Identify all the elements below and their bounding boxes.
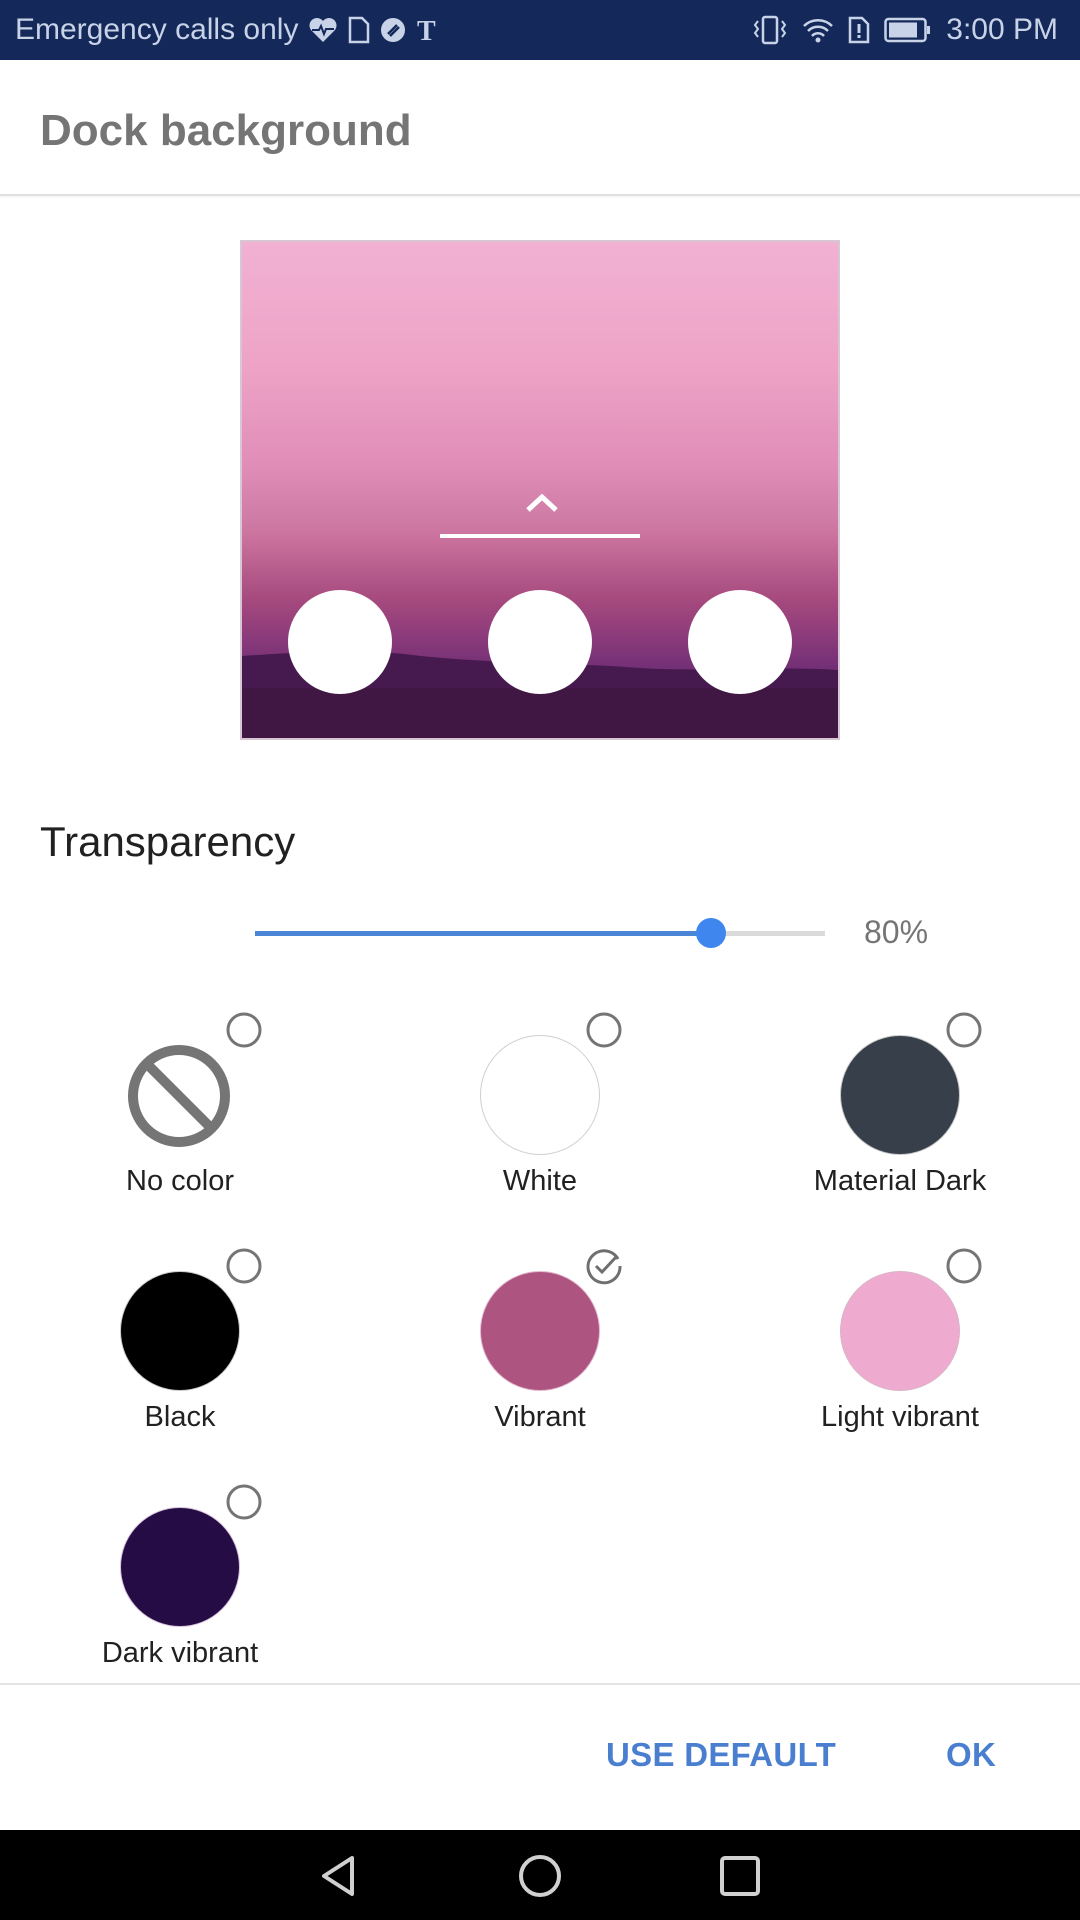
swatch-label: Material Dark — [813, 1165, 987, 1197]
use-default-button[interactable]: USE DEFAULT — [606, 1736, 836, 1774]
swatch-label: No color — [126, 1165, 234, 1197]
swatch-black[interactable]: Black — [30, 1231, 330, 1461]
transparency-value: 80% — [864, 914, 929, 950]
swatch-color-circle — [480, 1271, 600, 1391]
swatch-color-circle — [840, 1271, 960, 1391]
home-icon[interactable] — [516, 1852, 564, 1900]
dock-icon-placeholder — [288, 590, 392, 694]
swatch-label: Light vibrant — [821, 1401, 979, 1433]
no-color-icon — [128, 1045, 230, 1147]
navigation-bar — [0, 1830, 1080, 1920]
swatch-label: Dark vibrant — [101, 1637, 259, 1669]
transparency-slider[interactable] — [255, 918, 825, 948]
dock-divider-line — [440, 534, 640, 538]
swatch-dark-vibrant[interactable]: Dark vibrant — [30, 1467, 330, 1697]
app-drawer-chevron-icon — [526, 493, 558, 512]
swatch-no-color[interactable]: No color — [30, 995, 330, 1225]
vibrate-icon — [752, 15, 788, 45]
ok-button[interactable]: OK — [946, 1736, 996, 1774]
swatch-label: Vibrant — [494, 1401, 586, 1433]
slider-fill — [255, 931, 711, 936]
swatch-color-circle — [480, 1035, 600, 1155]
dialog-header: Dock background — [0, 60, 1080, 196]
transparency-label: Transparency — [40, 818, 296, 865]
swatch-white[interactable]: White — [390, 995, 690, 1225]
app-circle-icon — [380, 17, 406, 43]
radio-unchecked-icon[interactable] — [945, 1011, 983, 1049]
radio-unchecked-icon[interactable] — [585, 1011, 623, 1049]
status-bar-left: Emergency calls only T — [15, 0, 442, 60]
swatch-material-dark[interactable]: Material Dark — [750, 995, 1050, 1225]
document-icon — [348, 16, 370, 44]
recents-icon[interactable] — [716, 1852, 764, 1900]
sim-alert-icon — [848, 16, 870, 44]
radio-unchecked-icon[interactable] — [945, 1247, 983, 1285]
swatch-vibrant[interactable]: Vibrant — [390, 1231, 690, 1461]
slider-thumb[interactable] — [696, 918, 726, 948]
radio-unchecked-icon[interactable] — [225, 1247, 263, 1285]
footer-divider — [0, 1683, 1080, 1685]
swatch-label: Black — [144, 1401, 216, 1433]
dialog-title: Dock background — [40, 106, 412, 155]
svg-text:T: T — [417, 16, 436, 45]
swatch-label: White — [502, 1165, 578, 1197]
battery-icon — [884, 17, 932, 43]
wifi-icon — [802, 16, 834, 44]
swatch-color-circle — [120, 1507, 240, 1627]
swatch-color-circle — [120, 1271, 240, 1391]
radio-checked-icon[interactable] — [585, 1247, 623, 1285]
radio-unchecked-icon[interactable] — [225, 1483, 263, 1521]
swatch-light-vibrant[interactable]: Light vibrant — [750, 1231, 1050, 1461]
status-bar-right: 3:00 PM — [752, 0, 1058, 60]
dock-preview — [240, 240, 840, 740]
status-bar: Emergency calls only T 3:00 PM — [0, 0, 1080, 60]
dock-icon-placeholder — [488, 590, 592, 694]
health-heart-icon — [308, 16, 338, 44]
nytimes-icon: T — [416, 15, 442, 45]
back-icon[interactable] — [316, 1852, 364, 1900]
dock-icon-placeholder — [688, 590, 792, 694]
radio-unchecked-icon[interactable] — [225, 1011, 263, 1049]
status-time: 3:00 PM — [946, 13, 1058, 46]
swatch-color-circle — [840, 1035, 960, 1155]
carrier-text: Emergency calls only — [15, 13, 299, 46]
